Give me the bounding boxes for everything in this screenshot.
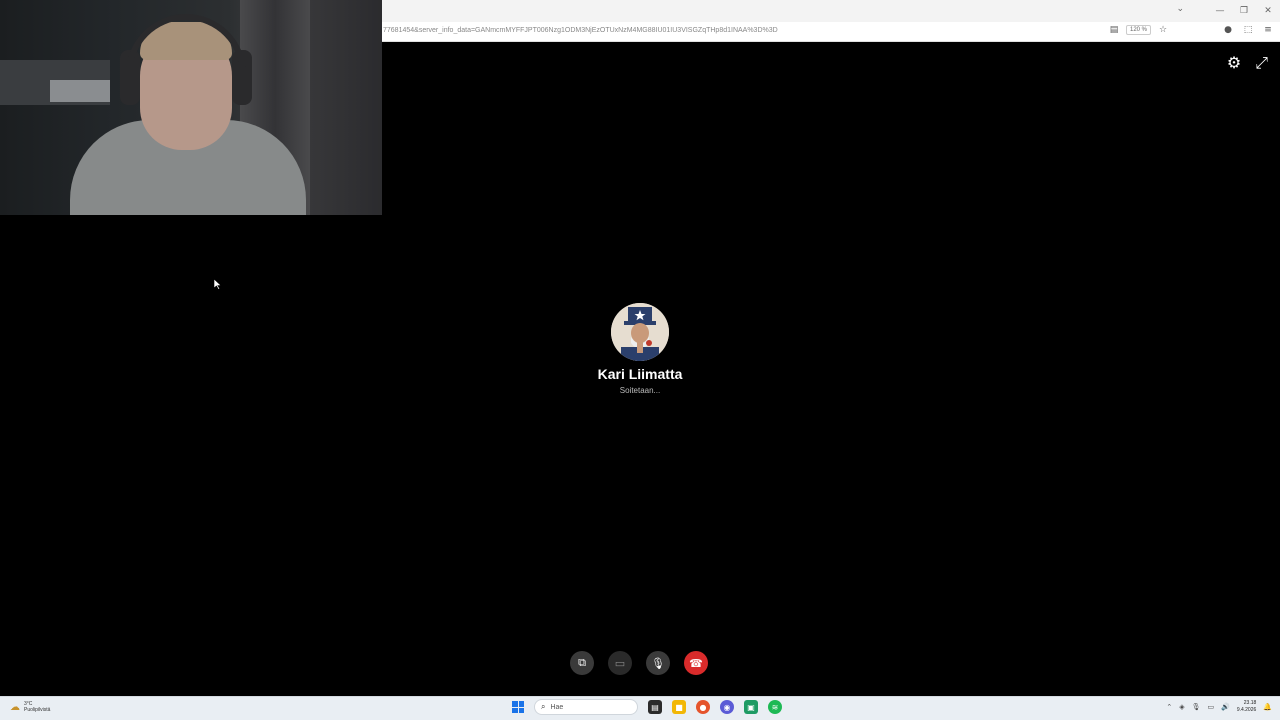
call-top-icons: ⚙ ⤢ <box>1227 53 1268 73</box>
weather-text: 3°C Puolipilvistä <box>24 701 50 713</box>
minimize-button[interactable]: — <box>1208 6 1232 16</box>
bookmark-star-icon[interactable]: ☆ <box>1157 25 1169 35</box>
headphone-band <box>126 14 246 74</box>
file-explorer-icon[interactable]: ▤ <box>648 700 662 714</box>
video-off-icon: ▭ <box>614 656 626 670</box>
self-video-preview <box>0 0 382 215</box>
reader-view-icon[interactable]: ▤ <box>1108 25 1120 35</box>
search-placeholder: Hae <box>550 703 564 711</box>
screen-share-icon: ⧉ <box>578 656 586 669</box>
network-icon[interactable]: ▭ <box>1207 703 1214 711</box>
extensions-icon[interactable]: ⬚ <box>1242 25 1254 35</box>
expand-icon[interactable]: ⤢ <box>1255 53 1268 73</box>
folder-icon[interactable]: ■ <box>672 700 686 714</box>
restore-button[interactable]: ❐ <box>1232 6 1256 16</box>
tab-list-dropdown-icon[interactable]: ⌄ <box>1176 4 1184 14</box>
clock-date: 9.4.2026 <box>1236 707 1257 713</box>
address-tools: ▤ 120 % ☆ <box>1108 25 1169 35</box>
microphone-icon: 🎙 <box>651 656 665 670</box>
teams-icon[interactable]: ▣ <box>744 700 758 714</box>
zoom-level-badge[interactable]: 120 % <box>1126 25 1152 35</box>
clock[interactable]: 23.18 9.4.2026 <box>1237 700 1256 714</box>
close-button[interactable]: ✕ <box>1256 6 1280 16</box>
microphone-tray-icon[interactable]: 🎙 <box>1192 703 1201 711</box>
gear-icon[interactable]: ⚙ <box>1227 53 1241 73</box>
speaker-icon[interactable]: 🔊 <box>1221 703 1230 711</box>
call-controls: ⧉ ▭ 🎙 ☎ <box>570 651 708 675</box>
menu-icon[interactable]: ≡ <box>1262 25 1274 35</box>
call-status: Soitetaan... <box>619 386 661 395</box>
microphone-button[interactable]: 🎙 <box>646 651 670 675</box>
weather-icon: ☁ <box>10 701 20 713</box>
window-controls: — ❐ ✕ <box>1208 0 1280 22</box>
taskbar-search[interactable]: ⌕ Hae <box>534 699 638 715</box>
chevron-up-icon[interactable]: ⌃ <box>1166 703 1172 711</box>
windows-start-icon[interactable] <box>512 701 524 713</box>
spotify-icon[interactable]: ≋ <box>768 700 782 714</box>
firefox-icon[interactable]: ● <box>696 700 710 714</box>
clock-time: 23.18 <box>1243 700 1257 706</box>
notification-bell-icon[interactable]: 🔔 <box>1263 703 1272 711</box>
weather-desc: Puolipilvistä <box>24 707 51 713</box>
end-call-button[interactable]: ☎ <box>684 651 708 675</box>
caller-name: Kari Liimatta <box>597 366 683 382</box>
video-off-button[interactable]: ▭ <box>608 651 632 675</box>
screen-share-button[interactable]: ⧉ <box>570 651 594 675</box>
windows-taskbar: ☁ 3°C Puolipilvistä ⌕ Hae ▤ ■ ● ◉ ▣ ≋ ⌃ … <box>0 696 1280 720</box>
end-call-icon: ☎ <box>689 656 703 670</box>
taskbar-apps: ⌕ Hae ▤ ■ ● ◉ ▣ ≋ <box>512 699 782 715</box>
search-icon: ⌕ <box>541 702 546 711</box>
toolbar-right: ● ⬚ ≡ <box>1222 25 1274 35</box>
caller-avatar-image <box>611 303 669 361</box>
background-object <box>50 80 110 102</box>
tray-app-icon[interactable]: ◈ <box>1179 703 1184 711</box>
screen: ⌄ — ❐ ✕ 77681454&server_info_data=GANmcm… <box>0 0 1280 720</box>
messenger-icon[interactable]: ◉ <box>720 700 734 714</box>
weather-widget[interactable]: ☁ 3°C Puolipilvistä <box>10 701 50 713</box>
caller-avatar <box>611 303 669 361</box>
url-text[interactable]: 77681454&server_info_data=GANmcmMYFFJPT0… <box>383 27 778 34</box>
mouse-cursor-icon <box>214 279 222 290</box>
account-icon[interactable]: ● <box>1222 25 1234 35</box>
system-tray: ⌃ ◈ 🎙 ▭ 🔊 23.18 9.4.2026 🔔 <box>1166 700 1272 714</box>
caller-panel: Kari Liimatta Soitetaan... <box>540 303 740 395</box>
